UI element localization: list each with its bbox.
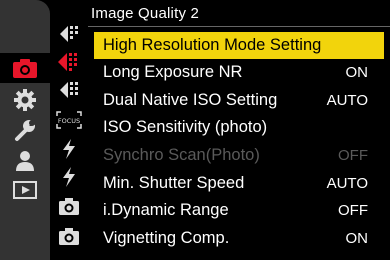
sub-tab-column: FOCUS (52, 20, 86, 260)
subtab-image-quality-1[interactable] (52, 20, 86, 48)
subtab-flash-1[interactable] (52, 135, 86, 163)
subtab-focus[interactable]: FOCUS (52, 106, 86, 134)
tab-my-menu[interactable] (0, 146, 50, 176)
menu-item-label: Long Exposure NR (103, 63, 243, 81)
tab-setup[interactable] (0, 115, 50, 145)
focus-icon: FOCUS (55, 110, 83, 130)
menu-item-label: i.Dynamic Range (103, 201, 229, 219)
flash-icon (60, 166, 78, 188)
menu-item-long-exposure-nr[interactable]: Long Exposure NR ON (94, 59, 384, 86)
camera-menu-screen: FOCUS Image Quality 2 High Resolution Mo… (0, 0, 390, 260)
menu-item-i-dynamic-range[interactable]: i.Dynamic Range OFF (94, 197, 384, 224)
tab-custom[interactable] (0, 85, 50, 115)
person-icon (14, 150, 36, 172)
menu-item-iso-sensitivity-photo[interactable]: ISO Sensitivity (photo) (94, 114, 384, 141)
menu-item-label: Vignetting Comp. (103, 229, 230, 247)
menu-item-synchro-scan-photo: Synchro Scan(Photo) OFF (94, 142, 384, 169)
camera-2-icon (58, 226, 80, 246)
menu-item-label: High Resolution Mode Setting (103, 36, 322, 54)
image-quality-1-icon (57, 22, 81, 46)
menu-item-value: OFF (338, 147, 368, 164)
menu-item-label: ISO Sensitivity (photo) (103, 118, 268, 136)
menu-item-min-shutter-speed[interactable]: Min. Shutter Speed AUTO (94, 170, 384, 197)
menu-item-label: Dual Native ISO Setting (103, 91, 278, 109)
main-tab-column (0, 0, 50, 260)
menu-item-value: ON (345, 64, 369, 81)
menu-item-value: AUTO (326, 175, 368, 192)
menu-item-label: Synchro Scan(Photo) (103, 146, 260, 164)
camera-icon (11, 57, 39, 79)
playback-icon (13, 181, 37, 199)
menu-item-dual-native-iso[interactable]: Dual Native ISO Setting AUTO (94, 87, 384, 114)
wrench-icon (13, 118, 37, 142)
subtab-flash-2[interactable] (52, 163, 86, 191)
tab-photo[interactable] (0, 53, 50, 83)
menu-item-high-resolution-mode[interactable]: High Resolution Mode Setting (94, 32, 384, 59)
menu-item-value: AUTO (326, 92, 368, 109)
page-title: Image Quality 2 (91, 5, 200, 22)
menu-item-value: OFF (338, 202, 368, 219)
image-quality-3-icon (57, 78, 81, 102)
flash-icon (60, 138, 78, 160)
gear-icon (13, 88, 37, 112)
menu-item-value: ON (345, 230, 369, 247)
subtab-image-quality-2[interactable] (52, 48, 86, 76)
camera-1-icon (58, 196, 80, 216)
subtab-image-quality-3[interactable] (52, 76, 86, 104)
subtab-camera-1[interactable] (52, 192, 86, 220)
image-quality-2-icon (56, 49, 82, 75)
focus-icon-text: FOCUS (58, 117, 80, 125)
menu-item-vignetting-comp[interactable]: Vignetting Comp. ON (94, 225, 384, 252)
title-divider (88, 26, 390, 27)
menu-item-label: Min. Shutter Speed (103, 174, 245, 192)
subtab-camera-2[interactable] (52, 222, 86, 250)
tab-playback[interactable] (0, 175, 50, 205)
